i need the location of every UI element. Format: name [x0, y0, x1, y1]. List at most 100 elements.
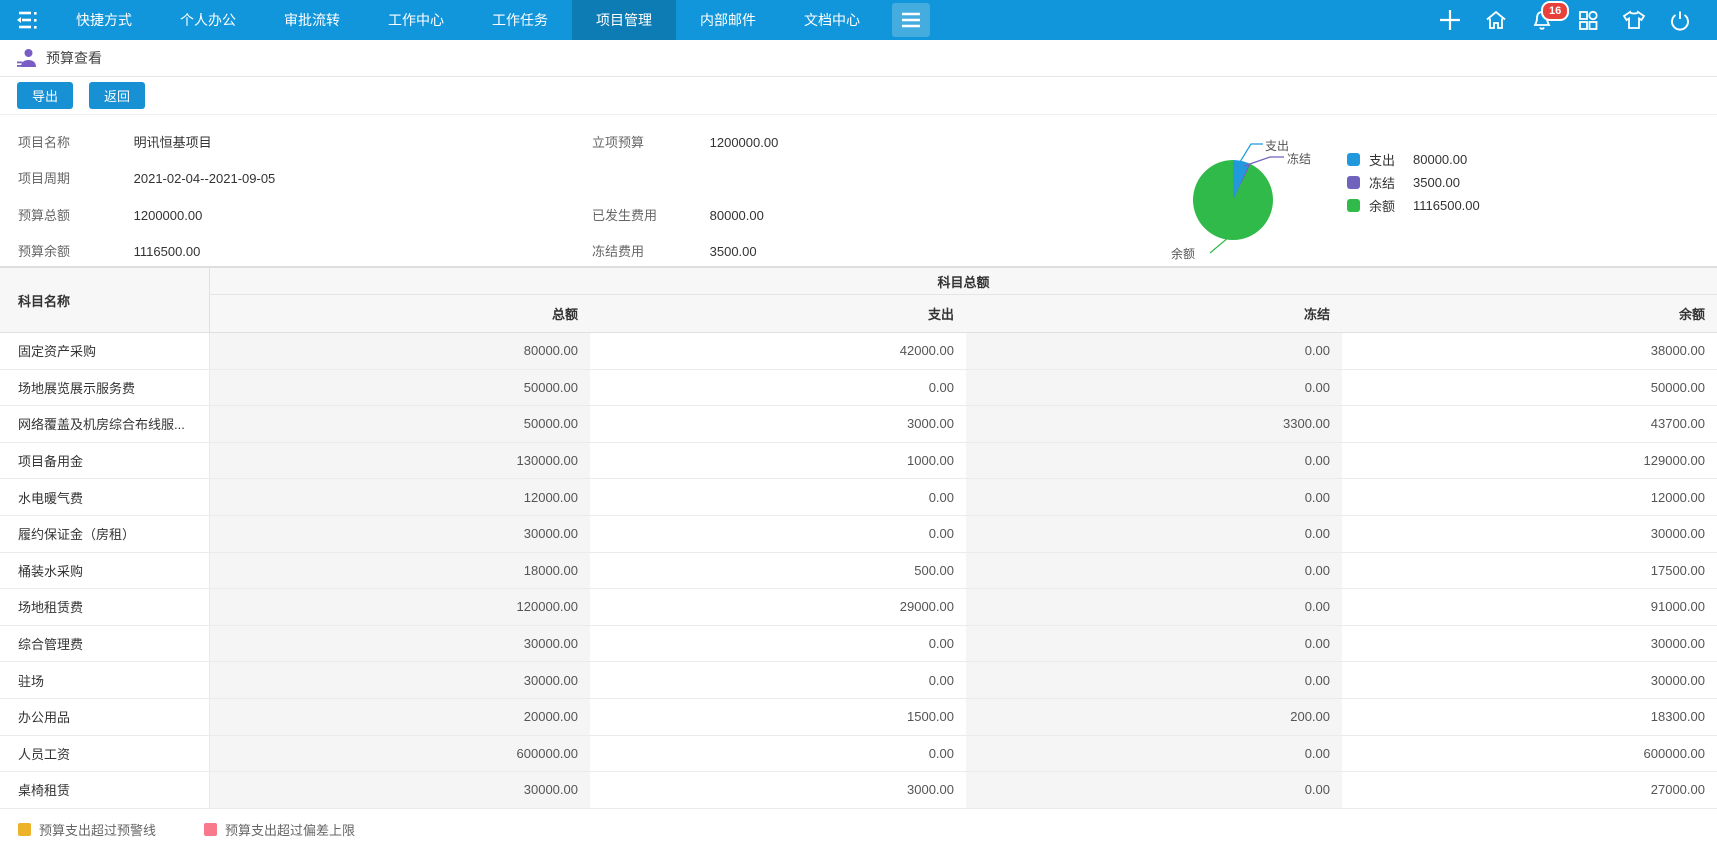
home-icon [1484, 8, 1508, 32]
nav-actions: 16 [1417, 0, 1717, 40]
page-title: 预算查看 [46, 48, 102, 68]
cell-value: 30000.00 [210, 516, 590, 552]
cell-value: 30000.00 [1342, 662, 1717, 698]
cell-subject-name: 驻场 [0, 662, 210, 698]
cell-value: 0.00 [966, 626, 1342, 662]
menu-collapse-icon [14, 9, 38, 31]
sidebar-collapse-button[interactable] [0, 0, 52, 40]
cell-value: 120000.00 [210, 589, 590, 625]
field-label: 已发生费用 [592, 205, 706, 224]
cell-value: 1500.00 [590, 699, 966, 735]
field-value: 明讯恒基项目 [134, 135, 212, 150]
cell-subject-name: 项目备用金 [0, 443, 210, 479]
column-header-2: 冻结 [966, 295, 1342, 332]
pie-label-frozen: 冻结 [1287, 150, 1311, 167]
budget-summary-panel: 项目名称 明讯恒基项目 立项预算 1200000.00 项目周期 2021-02… [0, 115, 1717, 267]
legend-swatch-icon [1347, 153, 1360, 166]
cell-value: 600000.00 [210, 736, 590, 772]
nav-item-4[interactable]: 工作任务 [468, 0, 572, 40]
export-button[interactable]: 导出 [17, 82, 73, 109]
nav-item-6[interactable]: 内部邮件 [676, 0, 780, 40]
nav-item-0[interactable]: 快捷方式 [52, 0, 156, 40]
nav-item-7[interactable]: 文档中心 [780, 0, 884, 40]
nav-item-3[interactable]: 工作中心 [364, 0, 468, 40]
table-row: 固定资产采购80000.0042000.000.0038000.00 [0, 333, 1717, 370]
field-value: 1200000.00 [134, 208, 203, 223]
add-button[interactable] [1437, 7, 1463, 33]
notification-badge: 16 [1541, 1, 1569, 21]
legend-swatch-icon [1347, 199, 1360, 212]
logout-button[interactable] [1667, 7, 1693, 33]
cell-value: 18300.00 [1342, 699, 1717, 735]
cell-value: 130000.00 [210, 443, 590, 479]
nav-menu: 快捷方式个人办公审批流转工作中心工作任务项目管理内部邮件文档中心 [52, 0, 884, 40]
cell-value: 30000.00 [1342, 516, 1717, 552]
field-value: 3500.00 [710, 244, 757, 259]
legend-label: 冻结 [1369, 173, 1405, 192]
cell-value: 3300.00 [966, 406, 1342, 442]
cell-value: 43700.00 [1342, 406, 1717, 442]
field-label: 立项预算 [592, 132, 706, 151]
table-row: 水电暖气费12000.000.000.0012000.00 [0, 479, 1717, 516]
cell-value: 3000.00 [590, 772, 966, 808]
field-project-name: 项目名称 明讯恒基项目 [18, 132, 212, 151]
field-project-period: 项目周期 2021-02-04--2021-09-05 [18, 168, 275, 187]
cell-subject-name: 人员工资 [0, 736, 210, 772]
footer-legend-swatch-icon [18, 823, 31, 836]
plus-icon [1437, 7, 1463, 33]
table-row: 项目备用金130000.001000.000.00129000.00 [0, 443, 1717, 480]
cell-value: 0.00 [966, 772, 1342, 808]
cell-value: 0.00 [590, 479, 966, 515]
apps-grid-icon [1576, 8, 1600, 32]
cell-value: 30000.00 [210, 626, 590, 662]
cell-subject-name: 桶装水采购 [0, 553, 210, 589]
field-label: 预算余额 [18, 241, 130, 260]
cell-value: 0.00 [966, 553, 1342, 589]
cell-subject-name: 履约保证金（房租） [0, 516, 210, 552]
cell-value: 38000.00 [1342, 333, 1717, 369]
legend-value: 3500.00 [1413, 175, 1460, 190]
apps-button[interactable] [1575, 7, 1601, 33]
footer-legend-item-0: 预算支出超过预警线 [18, 820, 156, 839]
field-label: 项目周期 [18, 168, 130, 187]
cell-value: 27000.00 [1342, 772, 1717, 808]
back-button[interactable]: 返回 [89, 82, 145, 109]
table-row: 网络覆盖及机房综合布线服...50000.003000.003300.00437… [0, 406, 1717, 443]
table-body: 固定资产采购80000.0042000.000.0038000.00场地展览展示… [0, 333, 1717, 809]
table-row: 综合管理费30000.000.000.0030000.00 [0, 626, 1717, 663]
legend-label: 支出 [1369, 150, 1405, 169]
cell-value: 91000.00 [1342, 589, 1717, 625]
field-budget-total: 预算总额 1200000.00 [18, 205, 202, 224]
table-row: 驻场30000.000.000.0030000.00 [0, 662, 1717, 699]
field-incurred-expense: 已发生费用 80000.00 [592, 205, 764, 224]
cell-value: 0.00 [590, 370, 966, 406]
cell-value: 0.00 [966, 589, 1342, 625]
cell-value: 20000.00 [210, 699, 590, 735]
theme-button[interactable] [1621, 7, 1647, 33]
cell-value: 18000.00 [210, 553, 590, 589]
legend-label: 余额 [1369, 196, 1405, 215]
cell-subject-name: 办公用品 [0, 699, 210, 735]
cell-value: 29000.00 [590, 589, 966, 625]
column-header-3: 余额 [1342, 295, 1717, 332]
cell-value: 0.00 [966, 516, 1342, 552]
footer-legend-item-1: 预算支出超过偏差上限 [204, 820, 355, 839]
nav-item-2[interactable]: 审批流转 [260, 0, 364, 40]
notifications-button[interactable]: 16 [1529, 7, 1555, 33]
cell-value: 50000.00 [1342, 370, 1717, 406]
footer-legend-swatch-icon [204, 823, 217, 836]
home-button[interactable] [1483, 7, 1509, 33]
table-row: 场地展览展示服务费50000.000.000.0050000.00 [0, 370, 1717, 407]
legend-item-0: 支出 80000.00 [1347, 152, 1480, 166]
legend-value: 80000.00 [1413, 152, 1467, 167]
cell-value: 30000.00 [210, 772, 590, 808]
cell-value: 50000.00 [210, 370, 590, 406]
toolbar: 导出 返回 [0, 77, 1717, 115]
cell-value: 0.00 [966, 736, 1342, 772]
cell-value: 0.00 [590, 516, 966, 552]
nav-item-1[interactable]: 个人办公 [156, 0, 260, 40]
cell-value: 12000.00 [210, 479, 590, 515]
more-menus-button[interactable] [892, 3, 930, 37]
field-budget-remaining: 预算余额 1116500.00 [18, 241, 200, 260]
nav-item-5[interactable]: 项目管理 [572, 0, 676, 40]
